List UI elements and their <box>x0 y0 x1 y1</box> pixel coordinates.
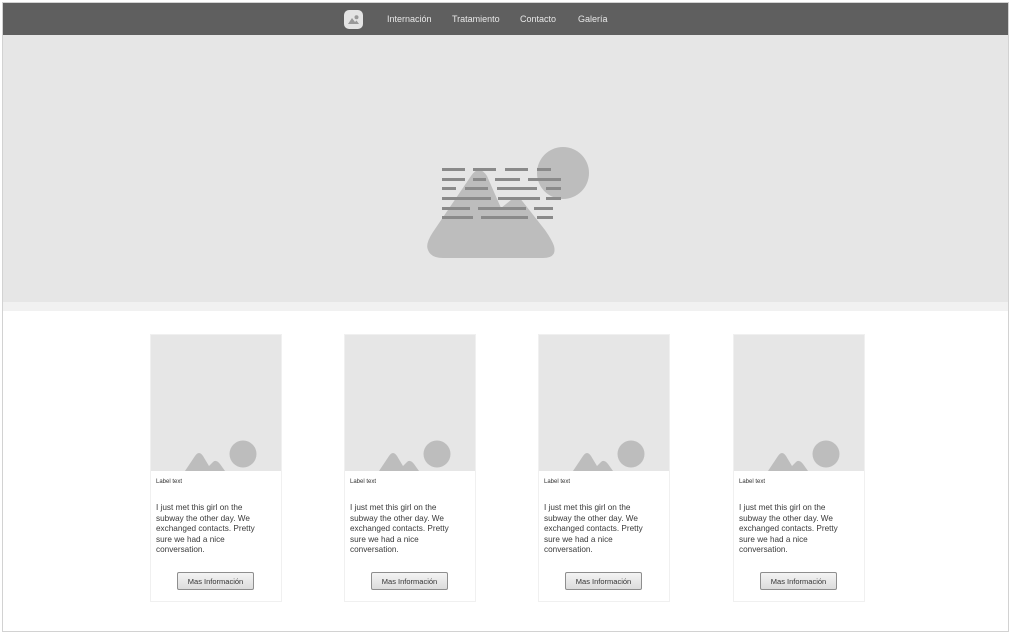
image-placeholder-icon <box>185 440 257 471</box>
navbar: Internación Tratamiento Contacto Galería <box>3 3 1008 35</box>
mas-informacion-button[interactable]: Mas Información <box>177 572 254 590</box>
card-text: I just met this girl on the subway the o… <box>350 503 449 555</box>
image-placeholder-icon <box>379 440 451 471</box>
hero-divider <box>3 302 1008 311</box>
info-card: Label text I just met this girl on the s… <box>733 334 865 602</box>
image-placeholder-icon <box>768 440 840 471</box>
card-image <box>539 335 669 471</box>
hero-banner <box>3 35 1008 302</box>
nav-item-tratamiento[interactable]: Tratamiento <box>452 13 500 25</box>
card-image <box>734 335 864 471</box>
info-card: Label text I just met this girl on the s… <box>150 334 282 602</box>
image-placeholder-icon <box>573 440 645 471</box>
page-frame: Internación Tratamiento Contacto Galería <box>2 2 1009 632</box>
card-text: I just met this girl on the subway the o… <box>739 503 838 555</box>
card-label: Label text <box>739 479 766 485</box>
card-text: I just met this girl on the subway the o… <box>544 503 643 555</box>
image-placeholder-icon <box>427 147 589 258</box>
card-label: Label text <box>156 479 183 485</box>
info-card: Label text I just met this girl on the s… <box>344 334 476 602</box>
card-label: Label text <box>544 479 571 485</box>
info-card: Label text I just met this girl on the s… <box>538 334 670 602</box>
nav-item-internacion[interactable]: Internación <box>387 13 432 25</box>
card-image <box>345 335 475 471</box>
card-text: I just met this girl on the subway the o… <box>156 503 255 555</box>
card-label: Label text <box>350 479 377 485</box>
mas-informacion-button[interactable]: Mas Información <box>760 572 837 590</box>
card-image <box>151 335 281 471</box>
nav-item-contacto[interactable]: Contacto <box>520 13 556 25</box>
logo-image-icon[interactable] <box>344 10 363 29</box>
mas-informacion-button[interactable]: Mas Información <box>371 572 448 590</box>
nav-item-galeria[interactable]: Galería <box>578 13 608 25</box>
mas-informacion-button[interactable]: Mas Información <box>565 572 642 590</box>
